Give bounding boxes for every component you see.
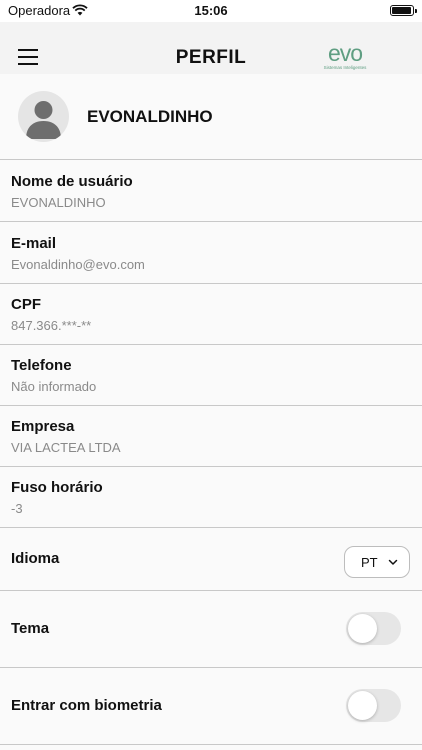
field-label: CPF bbox=[11, 296, 41, 313]
field-phone: Telefone Não informado bbox=[0, 345, 422, 406]
brand-name: evo bbox=[327, 40, 363, 66]
field-value: VIA LACTEA LTDA bbox=[11, 440, 121, 455]
battery-icon bbox=[390, 5, 417, 16]
status-time: 15:06 bbox=[194, 3, 228, 18]
field-label: Telefone bbox=[11, 357, 72, 374]
field-cpf: CPF 847.366.***-** bbox=[0, 284, 422, 345]
field-value: -3 bbox=[11, 501, 23, 516]
brand-tagline: Sistemas Inteligentes bbox=[323, 65, 367, 70]
field-timezone: Fuso horário -3 bbox=[0, 467, 422, 528]
field-company: Empresa VIA LACTEA LTDA bbox=[0, 406, 422, 467]
chevron-down-icon bbox=[388, 559, 398, 565]
brand-logo: evo Sistemas Inteligentes bbox=[318, 40, 372, 73]
field-label: Fuso horário bbox=[11, 479, 103, 496]
field-value: 847.366.***-** bbox=[11, 318, 92, 333]
field-label: E-mail bbox=[11, 235, 57, 252]
language-label: Idioma bbox=[11, 550, 60, 567]
theme-toggle[interactable] bbox=[346, 612, 401, 645]
profile-summary: EVONALDINHO bbox=[0, 74, 422, 160]
field-value: Não informado bbox=[11, 379, 97, 394]
profile-display-name: EVONALDINHO bbox=[87, 107, 213, 126]
toggle-knob bbox=[348, 614, 377, 643]
biometrics-toggle[interactable] bbox=[346, 689, 401, 722]
toggle-knob bbox=[348, 691, 377, 720]
field-label: Nome de usuário bbox=[11, 173, 133, 190]
status-bar: Operadora 15:06 bbox=[0, 0, 422, 22]
language-select[interactable]: PT bbox=[344, 546, 410, 578]
field-value: Evonaldinho@evo.com bbox=[11, 257, 145, 272]
field-username: Nome de usuário EVONALDINHO bbox=[0, 161, 422, 222]
app-header: PERFIL evo Sistemas Inteligentes bbox=[0, 22, 422, 74]
language-selected-value: PT bbox=[361, 555, 378, 570]
theme-row: Tema bbox=[0, 591, 422, 668]
biometrics-label: Entrar com biometria bbox=[11, 697, 162, 714]
language-row: Idioma PT bbox=[0, 528, 422, 591]
theme-label: Tema bbox=[11, 620, 50, 637]
field-label: Empresa bbox=[11, 418, 75, 435]
field-email: E-mail Evonaldinho@evo.com bbox=[0, 223, 422, 284]
field-value: EVONALDINHO bbox=[11, 195, 106, 210]
biometrics-row: Entrar com biometria bbox=[0, 668, 422, 745]
user-avatar-icon bbox=[18, 91, 69, 142]
